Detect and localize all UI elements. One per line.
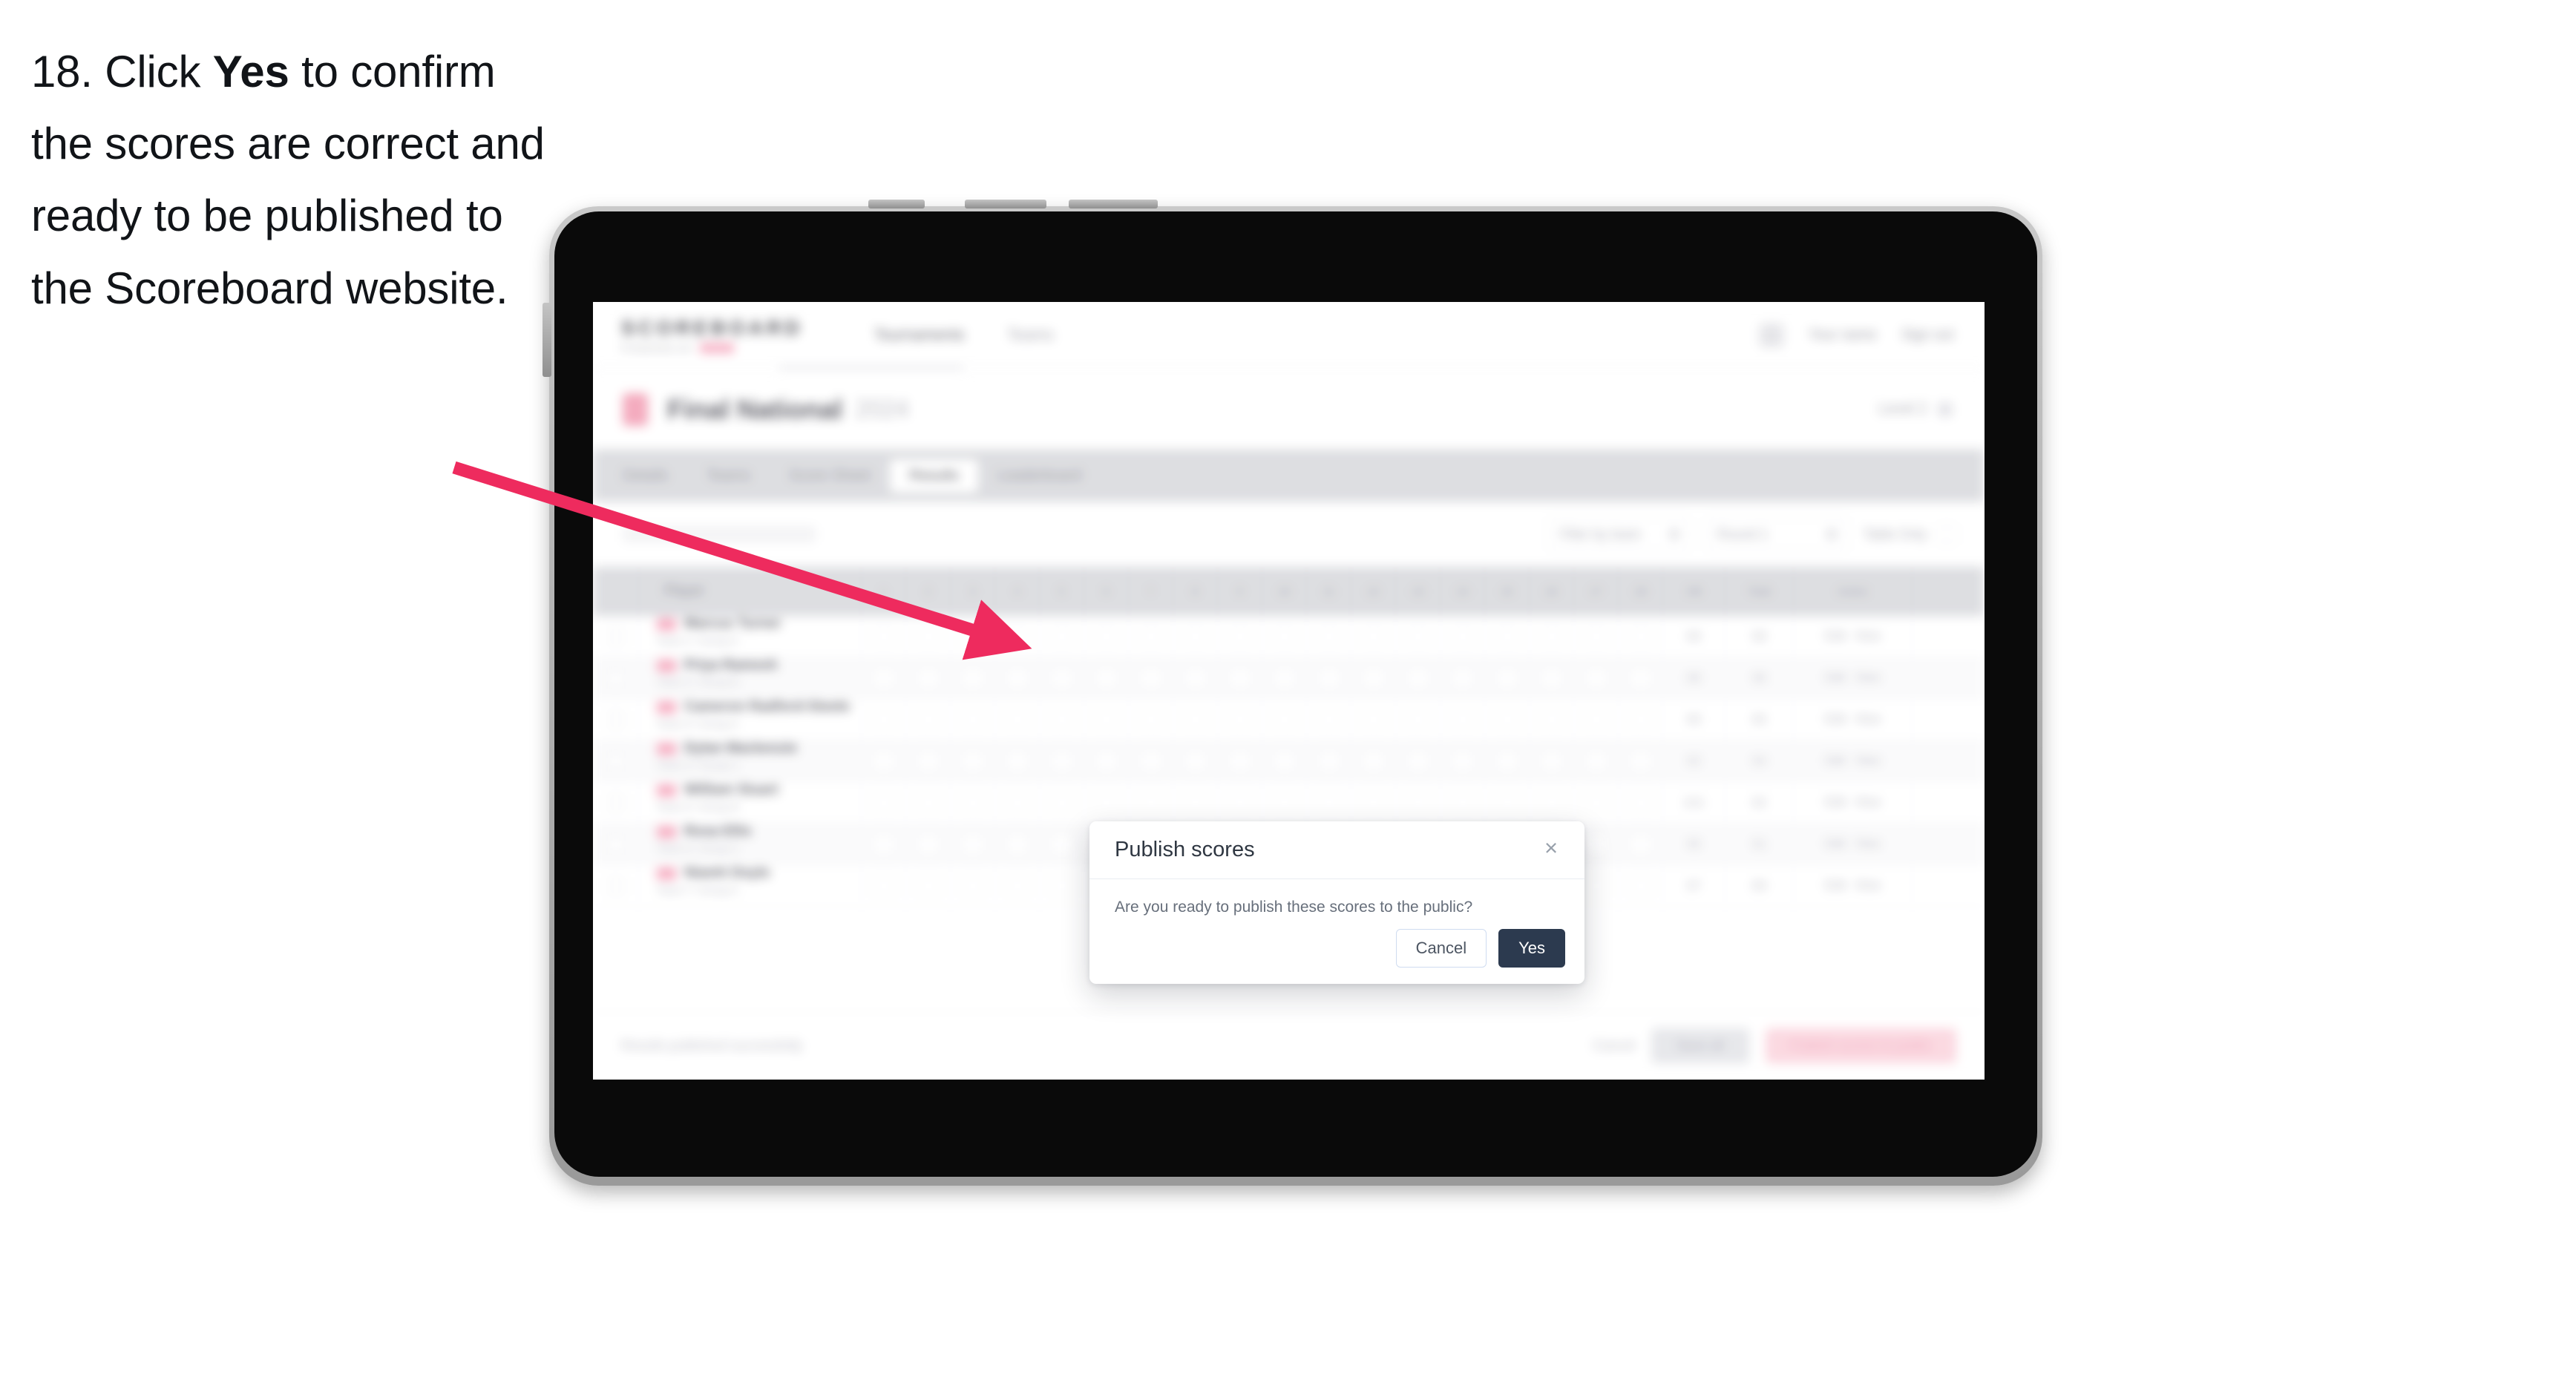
device-side-button[interactable] <box>543 303 551 377</box>
tablet-device: SCOREBOARD POWERED BY Tournaments Teams … <box>543 200 2042 1186</box>
device-top-button-1[interactable] <box>868 200 925 208</box>
page-root: 18. Click Yes to confirm the scores are … <box>0 0 2576 1386</box>
dialog-message: Are you ready to publish these scores to… <box>1115 899 1473 916</box>
caption-pre: Click <box>105 47 201 96</box>
dialog-header: Publish scores × <box>1089 821 1584 879</box>
dialog-title: Publish scores <box>1115 838 1255 861</box>
dialog-footer: Cancel Yes <box>1395 929 1565 968</box>
step-number: 18. <box>31 47 93 96</box>
dialog-body: Are you ready to publish these scores to… <box>1089 879 1584 916</box>
yes-button[interactable]: Yes <box>1498 929 1565 968</box>
close-icon[interactable]: × <box>1538 836 1564 861</box>
cancel-button[interactable]: Cancel <box>1395 929 1487 968</box>
caption-bold-yes: Yes <box>212 47 289 96</box>
tablet-screen: SCOREBOARD POWERED BY Tournaments Teams … <box>593 302 1985 1080</box>
instruction-caption: 18. Click Yes to confirm the scores are … <box>31 36 566 324</box>
device-top-button-3[interactable] <box>1069 200 1158 208</box>
device-top-button-2[interactable] <box>965 200 1046 208</box>
publish-scores-dialog: Publish scores × Are you ready to publis… <box>1089 821 1584 984</box>
